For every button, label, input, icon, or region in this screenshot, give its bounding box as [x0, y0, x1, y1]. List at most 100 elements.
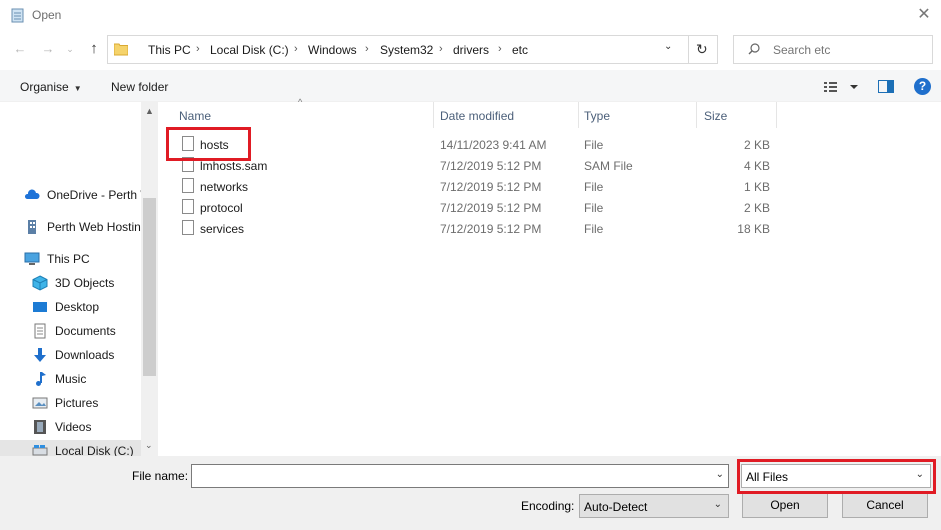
navigation-pane: OneDrive - Perth W Perth Web Hostin This… [0, 102, 158, 456]
file-name-label: File name: [132, 469, 189, 483]
computer-icon [24, 252, 40, 265]
file-name-input[interactable]: ⌄ [191, 464, 729, 488]
file-date: 14/11/2023 9:41 AM [440, 138, 547, 152]
preview-pane-icon[interactable] [878, 80, 894, 93]
file-size: 4 KB [743, 159, 770, 173]
file-size: 2 KB [743, 138, 770, 152]
up-arrow-icon[interactable]: ↑ [83, 38, 105, 60]
help-icon[interactable]: ? [914, 78, 931, 95]
breadcrumb-drivers[interactable]: drivers [453, 43, 489, 57]
file-type: File [584, 222, 604, 236]
search-icon [748, 43, 760, 55]
breadcrumb-local-disk[interactable]: Local Disk (C:) [210, 43, 289, 57]
column-header-type[interactable]: Type [584, 109, 610, 123]
command-bar: Organise ▼ New folder ? [0, 70, 941, 102]
sidebar-item-label: Documents [55, 324, 116, 338]
sidebar-item-pictures[interactable]: Pictures [32, 392, 144, 414]
sidebar-item-label: Music [55, 372, 87, 386]
sidebar-item-onedrive[interactable]: OneDrive - Perth W [24, 184, 152, 206]
refresh-icon[interactable]: ↻ [696, 41, 708, 58]
chevron-down-icon[interactable]: ⌄ [664, 41, 672, 52]
breadcrumb-etc[interactable]: etc [512, 43, 528, 57]
chevron-right-icon[interactable]: › [498, 43, 502, 55]
chevron-right-icon[interactable]: › [196, 43, 200, 55]
breadcrumb-windows[interactable]: Windows [308, 43, 357, 57]
sidebar-item-label: Desktop [55, 300, 100, 314]
file-date: 7/12/2019 5:12 PM [440, 222, 542, 236]
file-type: File [584, 201, 604, 215]
encoding-value: Auto-Detect [584, 500, 648, 514]
file-row-lmhosts[interactable]: lmhosts.sam 7/12/2019 5:12 PM SAM File 4… [158, 155, 941, 176]
back-arrow-icon[interactable]: ← [9, 38, 31, 60]
view-options-icon[interactable] [823, 80, 859, 94]
file-row-hosts[interactable]: hosts 14/11/2023 9:41 AM File 2 KB [158, 134, 941, 155]
file-row-networks[interactable]: networks 7/12/2019 5:12 PM File 1 KB [158, 176, 941, 197]
cancel-button[interactable]: Cancel [842, 493, 928, 518]
column-header-name[interactable]: Name [179, 109, 211, 123]
scroll-up-icon[interactable]: ▲ [145, 106, 154, 116]
column-divider[interactable] [696, 102, 697, 128]
sidebar-item-videos[interactable]: Videos [32, 416, 144, 438]
desktop-icon [33, 302, 47, 312]
recent-locations-chevron-icon[interactable]: ⌄ [64, 38, 76, 60]
column-header-size[interactable]: Size [704, 109, 727, 123]
sidebar-item-label: Perth Web Hostin [47, 220, 141, 234]
organise-label: Organise [20, 80, 69, 94]
pictures-icon [32, 397, 48, 409]
sidebar-item-label: Videos [55, 420, 92, 434]
sidebar-item-documents[interactable]: Documents [32, 320, 144, 342]
sidebar-item-desktop[interactable]: Desktop [32, 296, 144, 318]
divider [688, 36, 689, 63]
cloud-icon [24, 189, 40, 199]
sidebar-item-label: Downloads [55, 348, 115, 362]
music-icon [36, 372, 46, 386]
encoding-select[interactable]: Auto-Detect ⌄ [579, 494, 729, 518]
file-icon [182, 178, 194, 193]
sidebar-item-local-disk[interactable]: Local Disk (C:) [0, 440, 144, 456]
sidebar-item-downloads[interactable]: Downloads [32, 344, 144, 366]
breadcrumb-this-pc[interactable]: This PC [148, 43, 191, 57]
file-icon [182, 199, 194, 214]
file-date: 7/12/2019 5:12 PM [440, 180, 542, 194]
address-bar[interactable]: This PC › Local Disk (C:) › Windows › Sy… [107, 35, 718, 64]
chevron-right-icon[interactable]: › [439, 43, 443, 55]
file-size: 18 KB [737, 222, 770, 236]
column-divider[interactable] [776, 102, 777, 128]
file-date: 7/12/2019 5:12 PM [440, 159, 542, 173]
file-name: lmhosts.sam [200, 159, 268, 173]
file-type: File [584, 138, 604, 152]
sidebar-item-music[interactable]: Music [32, 368, 144, 390]
file-row-services[interactable]: services 7/12/2019 5:12 PM File 18 KB [158, 218, 941, 239]
sidebar-scrollbar[interactable]: ▲ ⌄ [141, 102, 158, 456]
scrollbar-thumb[interactable] [143, 198, 156, 376]
chevron-right-icon[interactable]: › [294, 43, 298, 55]
file-name: services [200, 222, 245, 236]
new-folder-button[interactable]: New folder [111, 80, 168, 94]
file-date: 7/12/2019 5:12 PM [440, 201, 542, 215]
column-header-date[interactable]: Date modified [440, 109, 514, 123]
sidebar-item-label: OneDrive - Perth W [47, 188, 152, 202]
forward-arrow-icon[interactable]: → [37, 38, 59, 60]
file-icon [182, 220, 194, 235]
column-divider[interactable] [578, 102, 579, 128]
building-icon [28, 220, 36, 234]
file-list: ^ Name Date modified Type Size hosts 14/… [158, 97, 941, 456]
open-button[interactable]: Open [742, 493, 828, 518]
sidebar-item-label: This PC [47, 252, 90, 266]
sidebar-item-perth-web-hosting[interactable]: Perth Web Hostin [24, 216, 144, 238]
file-type: SAM File [584, 159, 633, 173]
sidebar-item-3d-objects[interactable]: 3D Objects [32, 272, 144, 294]
column-divider[interactable] [433, 102, 434, 128]
organise-button[interactable]: Organise ▼ [20, 80, 82, 94]
sidebar-item-this-pc[interactable]: This PC [24, 248, 144, 270]
file-row-protocol[interactable]: protocol 7/12/2019 5:12 PM File 2 KB [158, 197, 941, 218]
videos-icon [34, 420, 46, 434]
chevron-down-icon[interactable]: ⌄ [716, 469, 724, 480]
notepad-icon [11, 8, 24, 23]
breadcrumb-system32[interactable]: System32 [380, 43, 433, 57]
search-input[interactable]: Search etc [733, 35, 933, 64]
close-icon[interactable]: ✕ [909, 0, 939, 30]
sidebar-item-label: Pictures [55, 396, 99, 410]
chevron-right-icon[interactable]: › [365, 43, 369, 55]
scroll-down-icon[interactable]: ⌄ [145, 440, 153, 451]
